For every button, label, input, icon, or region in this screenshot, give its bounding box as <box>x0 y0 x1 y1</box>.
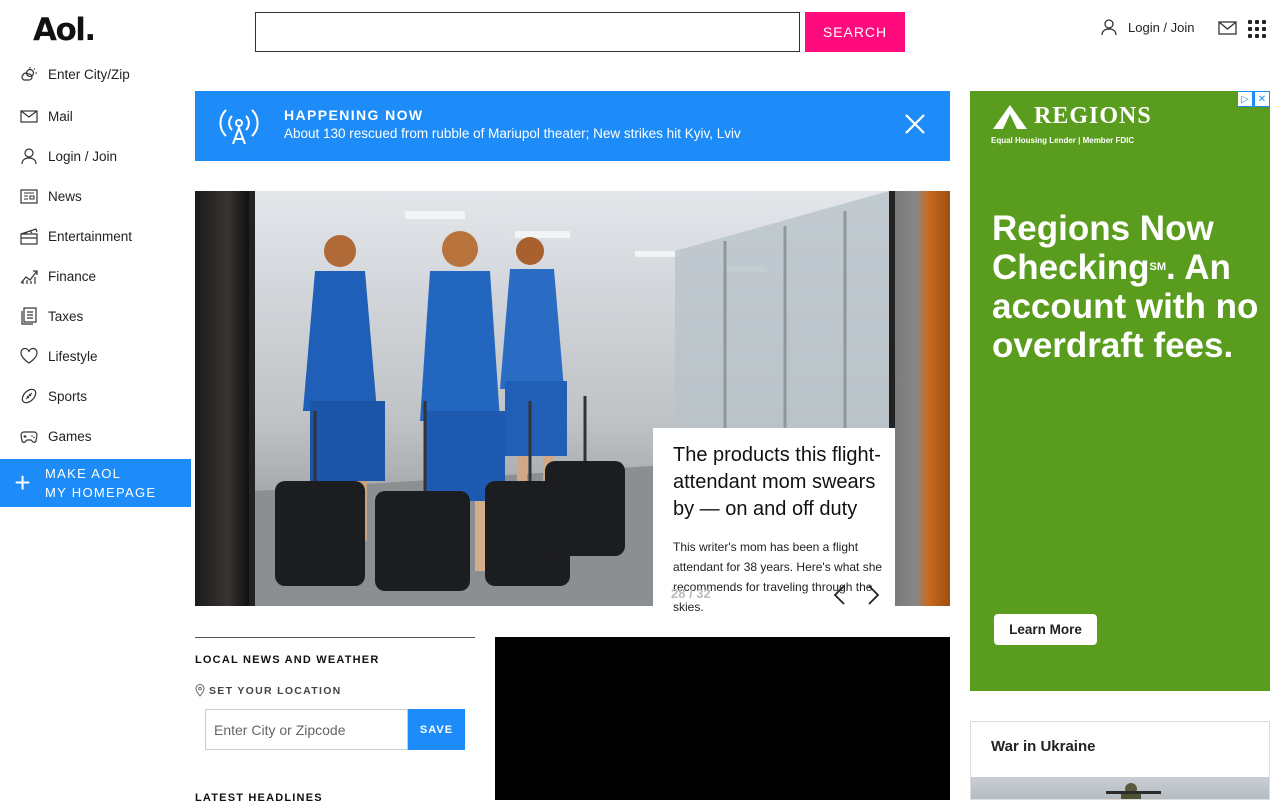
regions-disclaimer: Equal Housing Lender | Member FDIC <box>991 136 1135 145</box>
sidebar-item-login[interactable]: Login / Join <box>0 136 191 176</box>
chevron-right-icon[interactable] <box>867 584 881 606</box>
close-icon[interactable] <box>904 113 926 135</box>
broadcast-icon <box>219 109 259 145</box>
sidebar-item-label: Entertainment <box>48 228 133 244</box>
sidebar-item-finance[interactable]: Finance <box>0 256 191 296</box>
aol-logo[interactable]: Aol. <box>33 12 96 48</box>
happening-now-banner[interactable]: HAPPENING NOW About 130 rescued from rub… <box>195 91 950 161</box>
sidebar-item-news[interactable]: News <box>0 176 191 216</box>
slide-counter: 28 / 32 <box>671 586 711 601</box>
sidebar-item-entertainment[interactable]: Entertainment <box>0 216 191 256</box>
football-icon <box>21 388 37 404</box>
sidebar-item-label: News <box>48 188 82 204</box>
carousel-caption[interactable]: The products this flight-attendant mom s… <box>653 428 895 638</box>
location-pin-icon <box>195 684 205 697</box>
city-zip-input[interactable] <box>205 709 408 750</box>
sidebar-item-label: Sports <box>48 388 88 404</box>
search-button[interactable]: SEARCH <box>805 12 905 52</box>
previous-slide-peek <box>195 191 249 606</box>
save-location-button[interactable]: SAVE <box>408 709 465 750</box>
happening-now-headline[interactable]: About 130 rescued from rubble of Mariupo… <box>284 126 741 141</box>
sidebar-item-lifestyle[interactable]: Lifestyle <box>0 336 191 376</box>
ad-choices-badge[interactable]: ▷ ✕ <box>1236 91 1270 107</box>
sidebar-item-label: Mail <box>48 108 73 124</box>
make-homepage-button[interactable]: + MAKE AOL MY HOMEPAGE <box>0 459 191 507</box>
local-news-title: LOCAL NEWS AND WEATHER <box>195 654 380 666</box>
heart-icon <box>20 347 38 364</box>
pyramid-logo-icon <box>993 104 1027 129</box>
ad-headline: Regions Now CheckingSM. An account with … <box>992 209 1262 365</box>
carousel-headline[interactable]: The products this flight-attendant mom s… <box>673 442 895 523</box>
sidebar-item-label: Taxes <box>48 308 84 324</box>
local-news-section: LOCAL NEWS AND WEATHER SET YOUR LOCATION <box>195 637 475 697</box>
make-homepage-line1: MAKE AOL <box>45 466 122 481</box>
carousel-description: This writer's mom has been a flight atte… <box>673 540 883 614</box>
sidebar-item-label: Lifestyle <box>48 348 98 364</box>
sidebar-item-weather[interactable]: Enter City/Zip <box>0 60 191 89</box>
mail-icon[interactable] <box>1218 20 1237 36</box>
war-card-image[interactable] <box>971 777 1269 799</box>
set-location-label: SET YOUR LOCATION <box>209 684 342 697</box>
make-homepage-line2: MY HOMEPAGE <box>45 485 157 500</box>
sidebar-item-label: Finance <box>48 268 97 284</box>
happening-now-title: HAPPENING NOW <box>284 107 424 123</box>
regions-brand: REGIONS <box>1034 103 1152 129</box>
sidebar-item-label: Enter City/Zip <box>48 67 130 82</box>
top-login-link[interactable]: Login / Join <box>1100 18 1195 36</box>
war-in-ukraine-card[interactable]: War in Ukraine <box>970 721 1270 800</box>
search-input[interactable] <box>255 12 800 52</box>
ad-close-icon[interactable]: ✕ <box>1254 91 1270 107</box>
news-icon <box>20 189 38 204</box>
sidebar-item-taxes[interactable]: Taxes <box>0 296 191 336</box>
video-player[interactable] <box>495 637 950 800</box>
sidebar-item-mail[interactable]: Mail <box>0 96 191 136</box>
gamepad-icon <box>20 431 38 443</box>
document-icon <box>21 307 37 325</box>
sidebar-item-label: Login / Join <box>48 148 118 164</box>
next-slide-peek <box>895 191 950 606</box>
top-login-label: Login / Join <box>1128 19 1195 35</box>
chevron-left-icon[interactable] <box>832 584 846 606</box>
ad-choices-icon[interactable]: ▷ <box>1237 91 1253 107</box>
mail-icon <box>20 110 38 123</box>
set-location-link[interactable]: SET YOUR LOCATION <box>195 684 475 697</box>
apps-grid-icon[interactable] <box>1248 20 1266 38</box>
sidebar-item-sports[interactable]: Sports <box>0 376 191 416</box>
latest-headlines-title: LATEST HEADLINES <box>195 792 323 804</box>
sidebar-item-games[interactable]: Games <box>0 416 191 456</box>
learn-more-button[interactable]: Learn More <box>994 614 1097 645</box>
plus-icon: + <box>14 467 31 498</box>
clapper-icon <box>20 228 38 245</box>
user-icon <box>1101 19 1117 36</box>
weather-icon <box>21 66 37 81</box>
regions-logo: REGIONS <box>992 103 1152 130</box>
sidebar-item-label: Games <box>48 428 92 444</box>
ad-headline-sup: SM <box>1149 261 1167 273</box>
user-icon <box>21 148 37 165</box>
regions-ad[interactable]: ▷ ✕ REGIONS Equal Housing Lender | Membe… <box>970 91 1270 691</box>
war-card-title: War in Ukraine <box>991 738 1096 755</box>
sidebar-nav: Enter City/Zip Mail Login / Join News En… <box>0 60 191 456</box>
chart-icon <box>20 270 38 284</box>
